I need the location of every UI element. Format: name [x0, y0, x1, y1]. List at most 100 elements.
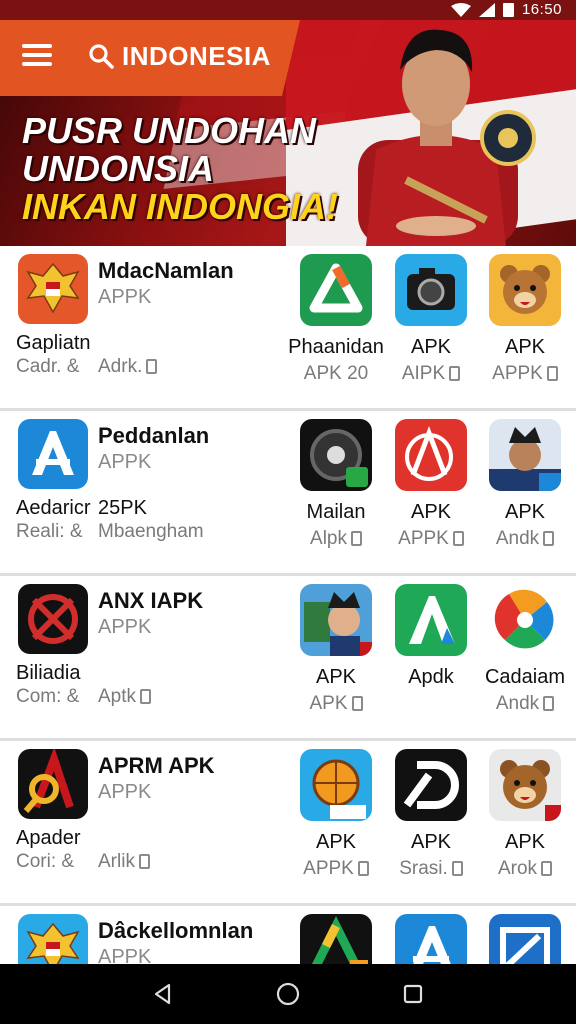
phone-icon	[541, 861, 553, 876]
garuda-emblem-icon[interactable]	[18, 254, 88, 324]
app-meta-text: Cori: &	[16, 851, 75, 872]
tile-meta: APPK	[393, 528, 469, 550]
app-row: APRM APK APPK Apader Cori: & Arlik APK A…	[0, 741, 576, 906]
app-tile[interactable]: APK Srasi.	[393, 749, 469, 880]
app-name: Apader	[16, 827, 81, 849]
app-meta-secondary-text: Adrk.	[98, 356, 143, 377]
tile-meta-text: APPK	[303, 858, 354, 879]
hero-line-3: INKAN INDONGIA!	[22, 186, 338, 227]
app-name-secondary: 25PK	[98, 497, 147, 519]
app-subtitle: APPK	[98, 616, 152, 638]
tile-meta-text: Alpk	[310, 528, 347, 549]
menu-button[interactable]	[22, 42, 52, 66]
signal-icon	[478, 2, 495, 17]
app-name: Aedaricr	[16, 497, 91, 519]
app-row: Peddanlan APPK Aedaricr Reali: & 25PK Mb…	[0, 411, 576, 576]
app-tile[interactable]: APK APK	[298, 584, 374, 715]
hero-headline: PUSR UNDOHAN UNDONSIA INKAN INDONGIA!	[22, 112, 338, 226]
app-tile[interactable]: APK APPK	[393, 419, 469, 550]
app-meta-secondary: Adrk.	[98, 356, 158, 378]
hero-line-2: UNDONSIA	[22, 148, 215, 189]
app-title[interactable]: Dâckellomnlan	[98, 918, 253, 944]
pinwheel-icon	[489, 584, 561, 656]
app-list: MdacNamlan APPK Gapliatn Cadr. & Adrk. P…	[0, 246, 576, 996]
phone-icon	[449, 366, 461, 381]
tile-name: APK	[504, 501, 546, 523]
drive-triangle-icon	[300, 254, 372, 326]
hero-person-image	[358, 29, 536, 246]
tile-meta: Arok	[487, 858, 563, 880]
app-meta-secondary: Arlik	[98, 851, 150, 873]
tile-meta: AIPK	[393, 363, 469, 385]
tile-meta-text: Andk	[495, 528, 540, 549]
menu-icon	[22, 62, 52, 66]
tile-meta-text: Srasi.	[399, 858, 448, 879]
bear-icon	[489, 254, 561, 326]
navigation-bar	[0, 964, 576, 1024]
phone-icon	[543, 531, 555, 546]
app-tile[interactable]: Cadaiam Andk	[485, 584, 565, 715]
phone-icon	[146, 359, 158, 374]
app-meta: Reali: &	[16, 521, 83, 543]
black-d-icon	[395, 749, 467, 821]
app-subtitle: APPK	[98, 451, 152, 473]
app-title[interactable]: APRM APK	[98, 753, 215, 779]
app-title[interactable]: ANX IAPK	[98, 588, 203, 614]
app-subtitle: APPK	[98, 781, 152, 803]
green-a-icon	[395, 584, 467, 656]
phone-icon	[546, 366, 558, 381]
app-tile[interactable]: APK Arok	[487, 749, 563, 880]
tile-meta: APPK	[298, 858, 374, 880]
tile-meta-text: Andk	[495, 693, 540, 714]
poster-icon	[300, 584, 372, 656]
globe-ball-icon	[300, 749, 372, 821]
back-button[interactable]	[143, 974, 183, 1014]
phone-icon	[138, 854, 150, 869]
app-meta: Cadr. &	[16, 356, 79, 378]
app-meta-text: Com: &	[16, 686, 80, 707]
phone-icon	[451, 861, 463, 876]
app-tile[interactable]: Mailan Alpk	[298, 419, 374, 550]
key-a-icon[interactable]	[18, 749, 88, 819]
app-tile[interactable]: APK APPK	[487, 254, 563, 385]
phone-icon	[357, 861, 369, 876]
phone-icon	[452, 531, 464, 546]
tile-meta: Alpk	[298, 528, 374, 550]
status-time: 16:50	[521, 1, 562, 18]
blue-a-icon[interactable]	[18, 419, 88, 489]
tile-meta: APK 20	[303, 363, 369, 384]
app-title[interactable]: Peddanlan	[98, 423, 209, 449]
app-title[interactable]: MdacNamlan	[98, 258, 234, 284]
app-row: ANX IAPK APPK Biliadia Com: & Aptk APK A…	[0, 576, 576, 741]
official-portrait-icon	[489, 419, 561, 491]
app-meta-secondary: Aptk	[98, 686, 152, 708]
tile-name: APK	[315, 831, 357, 853]
tile-meta: Andk	[487, 528, 563, 550]
red-x-icon[interactable]	[18, 584, 88, 654]
search-bar[interactable]: INDONESIA	[88, 36, 271, 76]
camera-icon	[395, 254, 467, 326]
app-name: Biliadia	[16, 662, 81, 684]
tile-meta: APK	[298, 693, 374, 715]
app-tile[interactable]: APK APPK	[298, 749, 374, 880]
recents-button[interactable]	[393, 974, 433, 1014]
tile-name: Cadaiam	[484, 666, 566, 688]
home-icon	[276, 982, 300, 1006]
tile-name: APK	[410, 336, 452, 358]
app-tile[interactable]: APK AIPK	[393, 254, 469, 385]
tile-meta: Andk	[487, 693, 563, 715]
menu-icon	[22, 53, 52, 57]
tile-name: APK	[410, 501, 452, 523]
phone-icon	[543, 696, 555, 711]
phone-icon	[350, 531, 362, 546]
app-subtitle: APPK	[98, 286, 152, 308]
app-tile[interactable]: APK Andk	[487, 419, 563, 550]
tile-meta-text: APPK	[398, 528, 449, 549]
status-icons: 16:50	[450, 1, 562, 18]
home-button[interactable]	[268, 974, 308, 1014]
app-tile[interactable]: Phaanidan APK 20	[288, 254, 384, 385]
app-meta: Cori: &	[16, 851, 74, 873]
tile-meta: Srasi.	[393, 858, 469, 880]
wheel-icon	[300, 419, 372, 491]
app-tile[interactable]: Apdk	[393, 584, 469, 689]
